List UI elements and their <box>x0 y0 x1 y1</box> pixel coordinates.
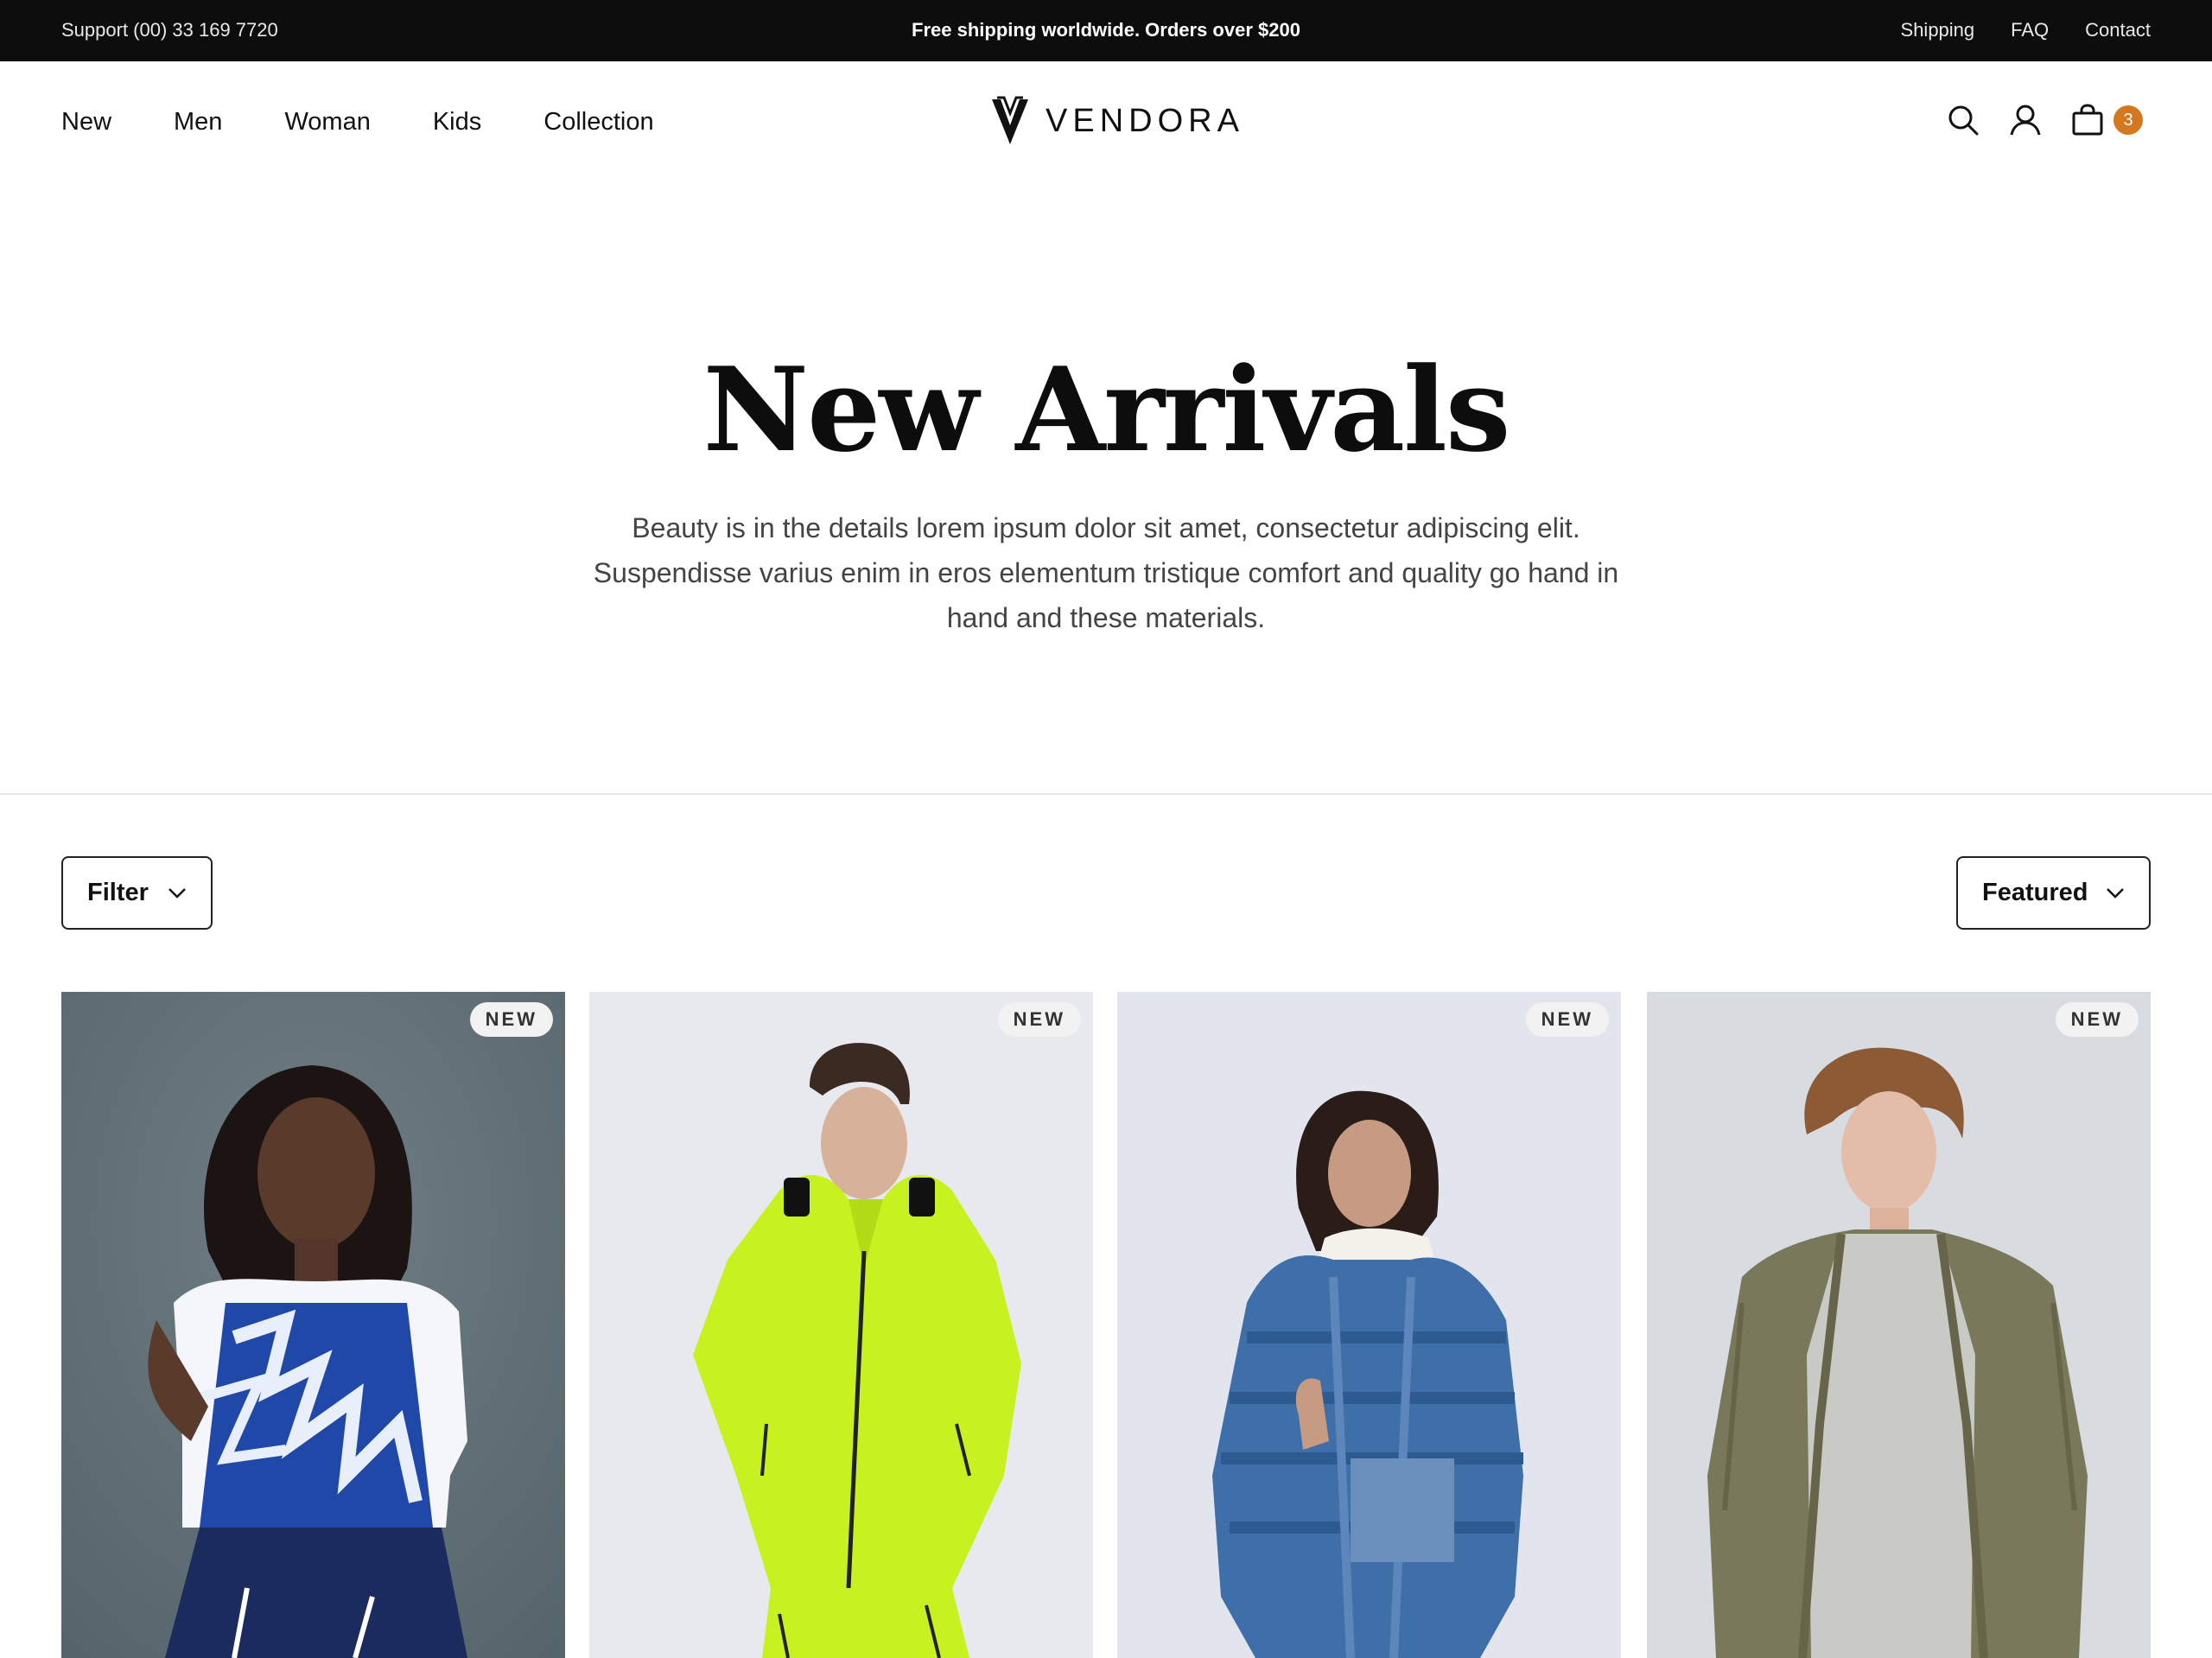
faq-link[interactable]: FAQ <box>2011 19 2049 41</box>
nav-item-new[interactable]: New <box>61 108 111 137</box>
product-image <box>61 992 565 1658</box>
nav-item-woman[interactable]: Woman <box>284 108 370 137</box>
nav-item-collection[interactable]: Collection <box>543 108 653 137</box>
product-image <box>1117 992 1621 1658</box>
product-card[interactable]: NEW <box>1117 992 1621 1658</box>
product-card[interactable]: NEW <box>1647 992 2151 1658</box>
cart-count-badge: 3 <box>2113 105 2143 135</box>
shipping-promo: Free shipping worldwide. Orders over $20… <box>912 19 1300 41</box>
product-image <box>589 992 1093 1658</box>
filter-button[interactable]: Filter <box>61 856 213 930</box>
cart-button[interactable]: 3 <box>2069 101 2143 139</box>
new-badge: NEW <box>2055 1002 2139 1037</box>
page-subtitle: Beauty is in the details lorem ipsum dol… <box>593 512 1619 633</box>
user-icon[interactable] <box>2006 101 2044 139</box>
new-badge: NEW <box>1525 1002 1609 1037</box>
filter-label: Filter <box>87 879 149 906</box>
page-title: New Arrivals <box>702 341 1511 478</box>
logo-mark-icon <box>992 96 1028 144</box>
product-image <box>1647 992 2151 1658</box>
section-divider <box>0 793 2212 795</box>
new-badge: NEW <box>997 1002 1081 1037</box>
product-card[interactable]: NEW <box>61 992 565 1658</box>
main-nav: New Men Woman Kids Collection <box>61 108 654 137</box>
header-actions: 3 <box>1944 101 2143 139</box>
nav-item-men[interactable]: Men <box>174 108 222 137</box>
search-icon[interactable] <box>1944 101 1982 139</box>
product-grid: NEW NEW NEW NEW <box>61 992 2151 1658</box>
brand-logo[interactable]: VENDORA <box>990 96 1244 146</box>
site-header: New Men Woman Kids Collection VENDORA 3 <box>0 61 2212 184</box>
brand-name: VENDORA <box>1046 102 1244 139</box>
nav-item-kids[interactable]: Kids <box>433 108 481 137</box>
shipping-link[interactable]: Shipping <box>1901 19 1975 41</box>
new-badge: NEW <box>469 1002 553 1037</box>
chevron-down-icon <box>168 887 186 899</box>
chevron-down-icon <box>2107 887 2124 899</box>
product-card[interactable]: NEW <box>589 992 1093 1658</box>
bag-icon <box>2069 101 2107 139</box>
contact-link[interactable]: Contact <box>2085 19 2151 41</box>
sort-label: Featured <box>1982 879 2088 906</box>
sort-dropdown[interactable]: Featured <box>1956 856 2151 930</box>
topbar-links: Shipping FAQ Contact <box>1901 19 2151 41</box>
announcement-bar: Support (00) 33 169 7720 Free shipping w… <box>0 0 2212 61</box>
